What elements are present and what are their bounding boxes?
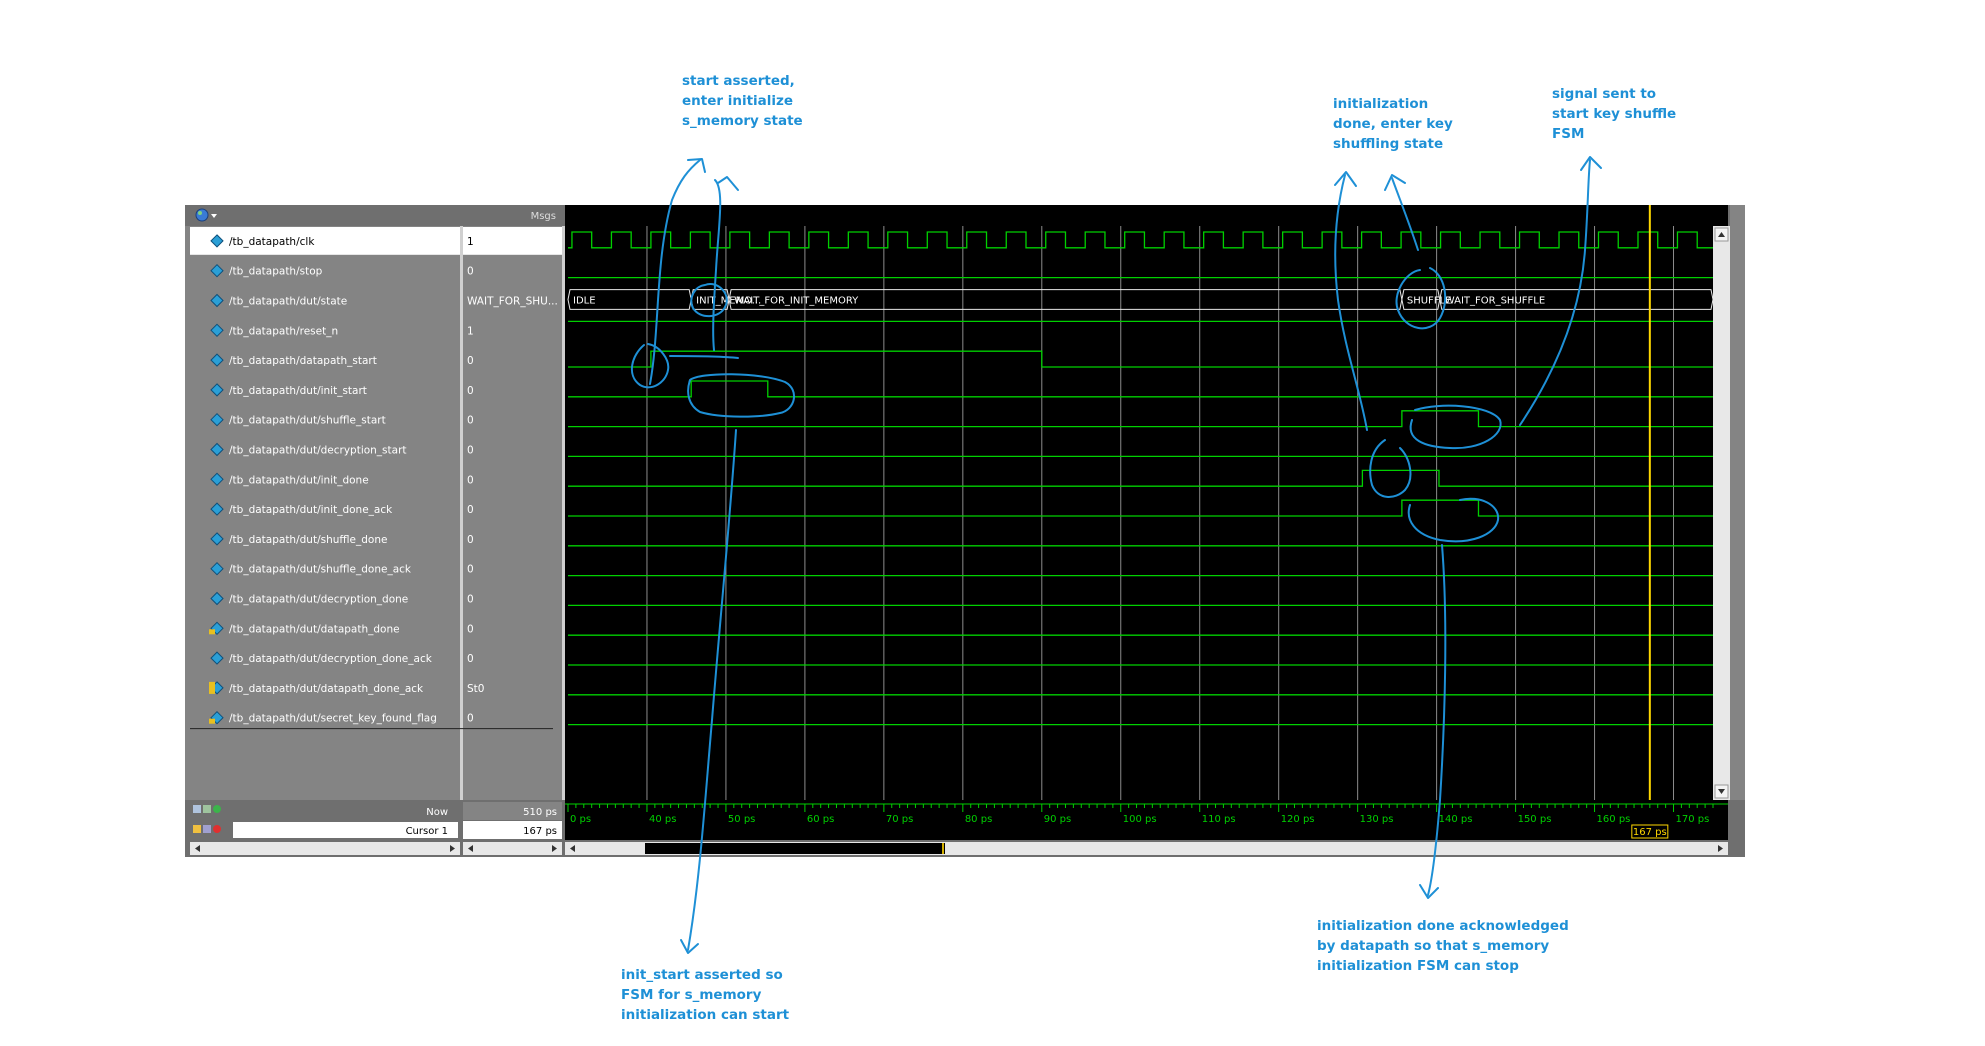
signal-name: /tb_datapath/dut/init_done — [229, 474, 369, 486]
signal-value: 0 — [467, 355, 474, 367]
axis-tick-label: 0 ps — [570, 814, 591, 825]
state-bus-label: IDLE — [573, 296, 596, 307]
annotation-init-done: initialization done, enter key shuffling… — [1333, 96, 1453, 152]
toolbar-icons-cursor[interactable] — [193, 825, 221, 833]
signal-name: /tb_datapath/dut/datapath_done_ack — [229, 683, 424, 695]
axis-tick-label: 40 ps — [649, 814, 676, 825]
vertical-scrollbar[interactable] — [1713, 226, 1730, 800]
axis-tick-label: 120 ps — [1281, 814, 1315, 825]
signal-row[interactable]: /tb_datapath/dut/secret_key_found_flag 0 — [209, 710, 474, 725]
annotation-init-done-ack: initialization done acknowledged by data… — [1317, 918, 1569, 974]
signal-name: /tb_datapath/dut/shuffle_start — [229, 415, 386, 427]
signal-value: 0 — [467, 266, 474, 278]
signal-value: 0 — [467, 445, 474, 457]
axis-tick-label: 70 ps — [886, 814, 913, 825]
panel-splitter-2[interactable] — [562, 226, 565, 800]
signal-value: WAIT_FOR_SHU... — [467, 296, 558, 308]
signal-value: 0 — [467, 504, 474, 516]
waveform-area — [565, 226, 1713, 800]
wave-header-bar — [565, 205, 1728, 226]
panel-splitter[interactable] — [460, 226, 463, 800]
signal-name: /tb_datapath/datapath_start — [229, 355, 377, 367]
signal-name: /tb_datapath/dut/shuffle_done — [229, 534, 387, 546]
axis-tick-label: 150 ps — [1518, 814, 1552, 825]
signal-value: 0 — [467, 415, 474, 427]
axis-tick-label: 100 ps — [1123, 814, 1157, 825]
signal-value: 0 — [467, 474, 474, 486]
wave-window: Msgs /tb_datapath/clk 1/tb_datapath/stop 0… — [185, 205, 1745, 857]
signal-name: /tb_datapath/clk — [229, 236, 315, 248]
annotation-init-start-asserted: init_start asserted so FSM for s_memory … — [621, 967, 790, 1023]
signal-name: /tb_datapath/dut/init_done_ack — [229, 504, 393, 516]
signal-name: /tb_datapath/dut/decryption_done_ack — [229, 653, 433, 665]
cursor-time-label[interactable]: 167 ps — [1631, 824, 1669, 839]
toolbar-icons-now[interactable] — [193, 805, 221, 813]
axis-tick-label: 110 ps — [1202, 814, 1236, 825]
selected-value-highlight — [463, 227, 562, 255]
signal-name: /tb_datapath/dut/state — [229, 296, 347, 308]
signal-name: /tb_datapath/dut/init_start — [229, 385, 367, 397]
signal-value: 0 — [467, 713, 474, 725]
signal-value: 0 — [467, 385, 474, 397]
axis-tick-label: 160 ps — [1597, 814, 1631, 825]
signal-name: /tb_datapath/stop — [229, 266, 323, 278]
cursor-name: Cursor 1 — [406, 826, 448, 837]
msgs-header: Msgs — [531, 211, 556, 222]
axis-tick-label: 90 ps — [1044, 814, 1071, 825]
signal-name: /tb_datapath/dut/shuffle_done_ack — [229, 564, 412, 576]
cursor-value: 167 ps — [523, 826, 557, 837]
wave-hscroll-thumb[interactable] — [645, 843, 945, 854]
signal-value: 1 — [467, 236, 474, 248]
axis-tick-label: 60 ps — [807, 814, 834, 825]
axis-tick-label: 140 ps — [1439, 814, 1473, 825]
signal-value: 0 — [467, 623, 474, 635]
axis-tick-label: 50 ps — [728, 814, 755, 825]
axis-tick-label: 80 ps — [965, 814, 992, 825]
axis-tick-label: 130 ps — [1360, 814, 1394, 825]
signal-value: 0 — [467, 564, 474, 576]
signal-value: 0 — [467, 534, 474, 546]
signal-value: St0 — [467, 683, 484, 695]
signal-name: /tb_datapath/dut/secret_key_found_flag — [229, 713, 437, 725]
now-value: 510 ps — [523, 807, 557, 818]
signal-value: 0 — [467, 594, 474, 606]
annotation-start-asserted: start asserted, enter initialize s_memor… — [682, 73, 803, 129]
state-bus-label: WAIT_FOR_INIT_MEMORY — [734, 296, 859, 307]
signal-value: 1 — [467, 325, 474, 337]
value-panel — [463, 226, 562, 800]
annotation-signal-sent: signal sent to start key shuffle FSM — [1552, 86, 1677, 142]
signal-name: /tb_datapath/dut/decryption_done — [229, 594, 408, 606]
signal-name: /tb_datapath/dut/decryption_start — [229, 445, 407, 457]
axis-tick-label: 170 ps — [1676, 814, 1710, 825]
cursor-time-text: 167 ps — [1633, 827, 1667, 838]
signal-name: /tb_datapath/reset_n — [229, 325, 338, 337]
signal-name: /tb_datapath/dut/datapath_done — [229, 623, 400, 635]
values-hscrollbar[interactable] — [463, 842, 562, 855]
now-label: Now — [426, 807, 448, 818]
state-bus-label: WAIT_FOR_SHUFFLE — [1445, 296, 1545, 307]
wave-window-canvas: Msgs /tb_datapath/clk 1/tb_datapath/stop 0… — [185, 205, 1745, 857]
names-hscrollbar[interactable] — [190, 842, 460, 855]
signal-value: 0 — [467, 653, 474, 665]
